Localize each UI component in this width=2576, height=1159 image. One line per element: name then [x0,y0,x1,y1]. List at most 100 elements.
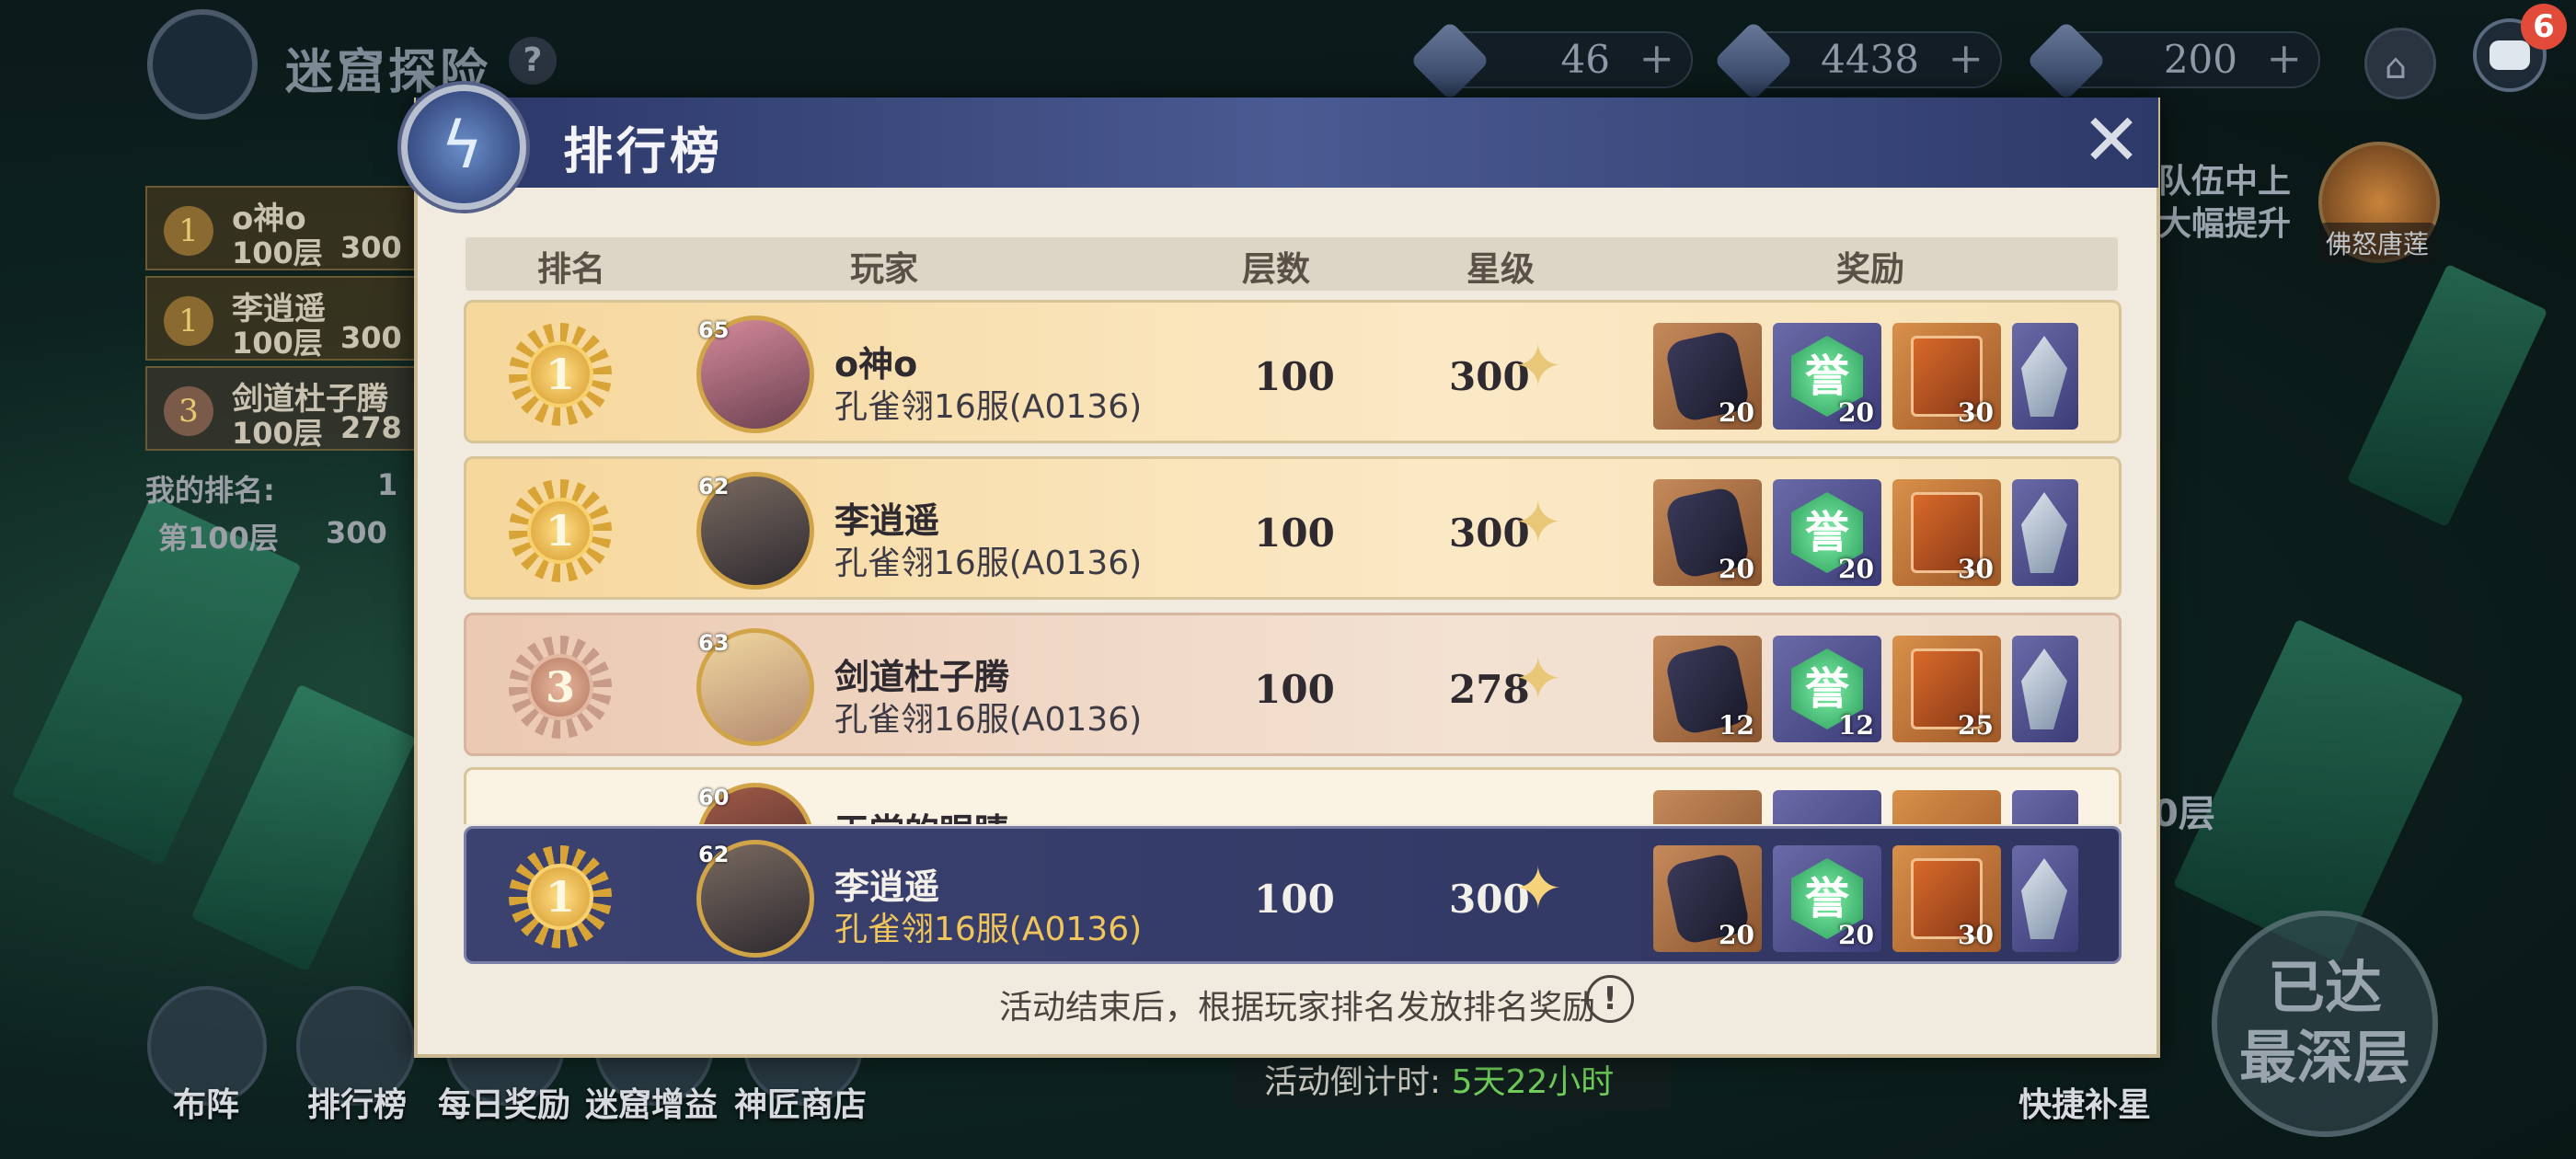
reward-crystal-item[interactable] [2012,479,2078,586]
reward-qty: 20 [1719,554,1754,584]
chat-badge: 6 [2521,4,2567,50]
buff-hint: 大幅提升 [2158,205,2292,243]
reward-card-item[interactable]: 30 [1892,845,2001,952]
rank-medal-icon: 3 [164,386,213,436]
star-icon: ✦ [1513,333,1563,401]
star-count: 300 [340,230,402,265]
reward-gem-item[interactable]: 誉 20 [1773,323,1881,430]
header-rank: 排名 [537,249,605,289]
deepest-line: 最深层 [2238,1024,2410,1091]
floor-count: 100 [1254,877,1335,922]
buff-hint: 队伍中上 [2158,163,2292,201]
star-icon: ✦ [1513,489,1563,557]
info-icon[interactable]: ! [1586,975,1634,1023]
reward-card-item[interactable]: 30 [1892,323,2001,430]
crystal-icon [2021,336,2067,417]
table-row[interactable]: 1 65 o神o 孔雀翎16服(A0136) 100 300 ✦ 20 誉 20 … [464,300,2122,443]
reward-scroll-item[interactable]: 20 [1653,845,1762,952]
add-crystal-card-button[interactable]: + [1948,33,1984,83]
chat-icon [2490,40,2530,70]
header-player: 玩家 [850,249,918,289]
floor-count: 100 [1254,667,1335,712]
help-button[interactable]: ? [509,37,557,85]
reward-gem-item [1773,790,1881,824]
floor-count: 100层 [232,235,323,270]
boss-name: 佛怒唐莲 [2318,223,2437,263]
team-label: 布阵 [173,1086,240,1124]
crystal-icon [2021,492,2067,573]
reward-card-item[interactable]: 30 [1892,479,2001,586]
reward-qty: 20 [1838,920,1874,950]
resource-blue-gem: 200 + [2026,20,2320,101]
header-stars: 星级 [1466,249,1535,289]
reward-crystal-item[interactable] [2012,845,2078,952]
reward-crystal-item [2012,790,2078,824]
resource-value: 200 [2163,37,2237,82]
add-diamond-button[interactable]: + [1639,33,1674,83]
cave-buff-label: 迷窟增益 [585,1086,719,1124]
resource-diamond: 46 + [1409,20,1693,101]
header-floor: 层数 [1242,249,1310,289]
close-button[interactable]: ✕ [2079,105,2144,177]
reward-gem-item[interactable]: 誉 20 [1773,479,1881,586]
rank-medal-icon: 1 [164,296,213,346]
table-row[interactable]: 3 63 剑道杜子腾 孔雀翎16服(A0136) 100 278 ✦ 12 誉1… [464,613,2122,756]
rank-medal-icon: 1 [509,323,612,426]
mini-rank-entry[interactable]: 3 剑道杜子腾 100层 278 [145,366,421,451]
mini-rank-entry[interactable]: 1 o神o 100层 300 [145,186,421,270]
daily-reward-label: 每日奖励 [438,1086,571,1124]
player-server: 孔雀翎16服(A0136) [834,388,1143,426]
background-crystal [2346,263,2548,528]
home-button[interactable]: ⌂ [2364,28,2436,99]
reward-footnote: 活动结束后，根据玩家排名发放排名奖励 [999,989,1596,1027]
reward-gem-item[interactable]: 誉 12 [1773,636,1881,742]
reward-crystal-item[interactable] [2012,323,2078,430]
resource-value: 4438 [1821,37,1919,82]
reward-qty: 25 [1958,710,1994,740]
player-level: 63 [698,630,730,656]
table-row[interactable]: 60 天堂的眼睛 [464,767,2122,824]
lightning-emblem-icon: ϟ [401,85,526,210]
rank-medal-icon: 1 [509,845,612,948]
reward-card-item[interactable]: 25 [1892,636,2001,742]
countdown-value: 5天22小时 [1451,1063,1615,1101]
rank-medal-icon: 3 [509,636,612,739]
table-row-partial[interactable]: 60 天堂的眼睛 [464,767,2122,824]
player-level: 62 [698,842,730,867]
mini-rank-entry[interactable]: 1 李逍遥 100层 300 [145,276,421,361]
star-icon: ✦ [1513,855,1563,924]
star-count: 300 [340,320,402,355]
reward-gem-item[interactable]: 誉 20 [1773,845,1881,952]
map-emblem-icon [147,9,258,120]
reward-scroll-item[interactable]: 20 [1653,323,1762,430]
floor100-label: 第100层 [158,521,279,556]
quick-star-button[interactable]: 快捷补星 [2018,1078,2151,1126]
reward-qty: 20 [1838,397,1874,428]
deepest-line: 已达 [2267,954,2382,1021]
reward-qty: 30 [1958,920,1994,950]
player-name: 李逍遥 [834,500,940,541]
add-blue-gem-button[interactable]: + [2266,33,2302,83]
floor-count: 100 [1254,511,1335,556]
reward-qty: 12 [1719,710,1754,740]
reward-qty: 30 [1958,554,1994,584]
modal-title: 排行榜 [563,122,723,180]
rank-number: 1 [527,341,593,407]
rank-medal-icon: 1 [164,206,213,256]
reward-crystal-item[interactable] [2012,636,2078,742]
artisan-shop-label: 神匠商店 [734,1086,868,1124]
table-row[interactable]: 1 62 李逍遥 孔雀翎16服(A0136) 100 300 ✦ 20 誉 20 … [464,456,2122,600]
reward-qty: 12 [1838,710,1874,740]
player-server: 孔雀翎16服(A0136) [834,911,1143,948]
reward-scroll-item[interactable]: 20 [1653,479,1762,586]
my-rank-row[interactable]: 1 62 李逍遥 孔雀翎16服(A0136) 100 300 ✦ 20 誉 20 … [464,826,2122,964]
player-name: 李逍遥 [834,866,940,907]
player-name: 天堂的眼睛 [834,803,1009,824]
deepest-floor-badge: 已达 最深层 [2212,911,2438,1137]
star-icon: ✦ [1513,646,1563,714]
countdown-label: 活动倒计时: [1264,1063,1442,1101]
reward-card-item [1892,790,2001,824]
reward-scroll-item[interactable]: 12 [1653,636,1762,742]
rank-number: 1 [527,864,593,930]
floor-indicator: 0层 [2153,793,2215,835]
